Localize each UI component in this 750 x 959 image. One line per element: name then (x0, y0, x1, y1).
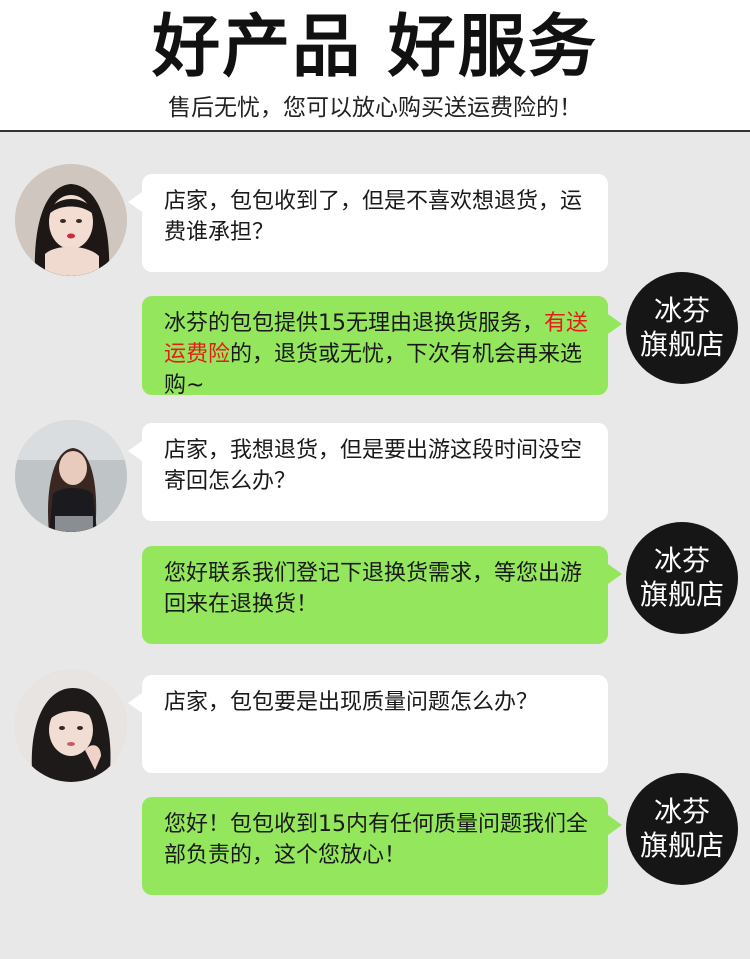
store-badge-line2: 旗舰店 (639, 829, 724, 862)
page-header: 好产品 好服务 售后无忧，您可以放心购买送运费险的！ (0, 0, 750, 132)
customer-avatar-2 (15, 420, 127, 532)
store-badge-2: 冰芬 旗舰店 (626, 522, 738, 634)
store-badge-1: 冰芬 旗舰店 (626, 272, 738, 384)
store-badge-line1: 冰芬 (653, 795, 710, 828)
page-subtitle: 售后无忧，您可以放心购买送运费险的！ (168, 95, 582, 121)
reply-message-1: 冰芬的包包提供15无理由退换货服务，有送运费险的，退货或无忧，下次有机会再来选购… (142, 296, 622, 398)
store-badge-line2: 旗舰店 (639, 328, 724, 361)
page-title: 好产品 好服务 (152, 8, 598, 87)
customer-message-1: 店家，包包收到了，但是不喜欢想退货，运费谁承担？ (128, 174, 608, 272)
customer-message-2: 店家，我想退货，但是要出游这段时间没空寄回怎么办？ (128, 423, 608, 521)
customer-avatar-1 (15, 164, 127, 276)
reply-message-2: 您好联系我们登记下退换货需求，等您出游回来在退换货！ (142, 546, 622, 644)
store-badge-line1: 冰芬 (653, 544, 710, 577)
customer-avatar-3 (15, 670, 127, 782)
store-badge-3: 冰芬 旗舰店 (626, 773, 738, 885)
reply-text-1a: 冰芬的包包提供15无理由退换货服务， (164, 311, 544, 336)
store-badge-line1: 冰芬 (653, 294, 710, 327)
store-badge-line2: 旗舰店 (639, 578, 724, 611)
customer-message-3: 店家，包包要是出现质量问题怎么办？ (128, 675, 608, 773)
reply-message-3: 您好！包包收到15内有任何质量问题我们全部负责的，这个您放心！ (142, 797, 622, 895)
